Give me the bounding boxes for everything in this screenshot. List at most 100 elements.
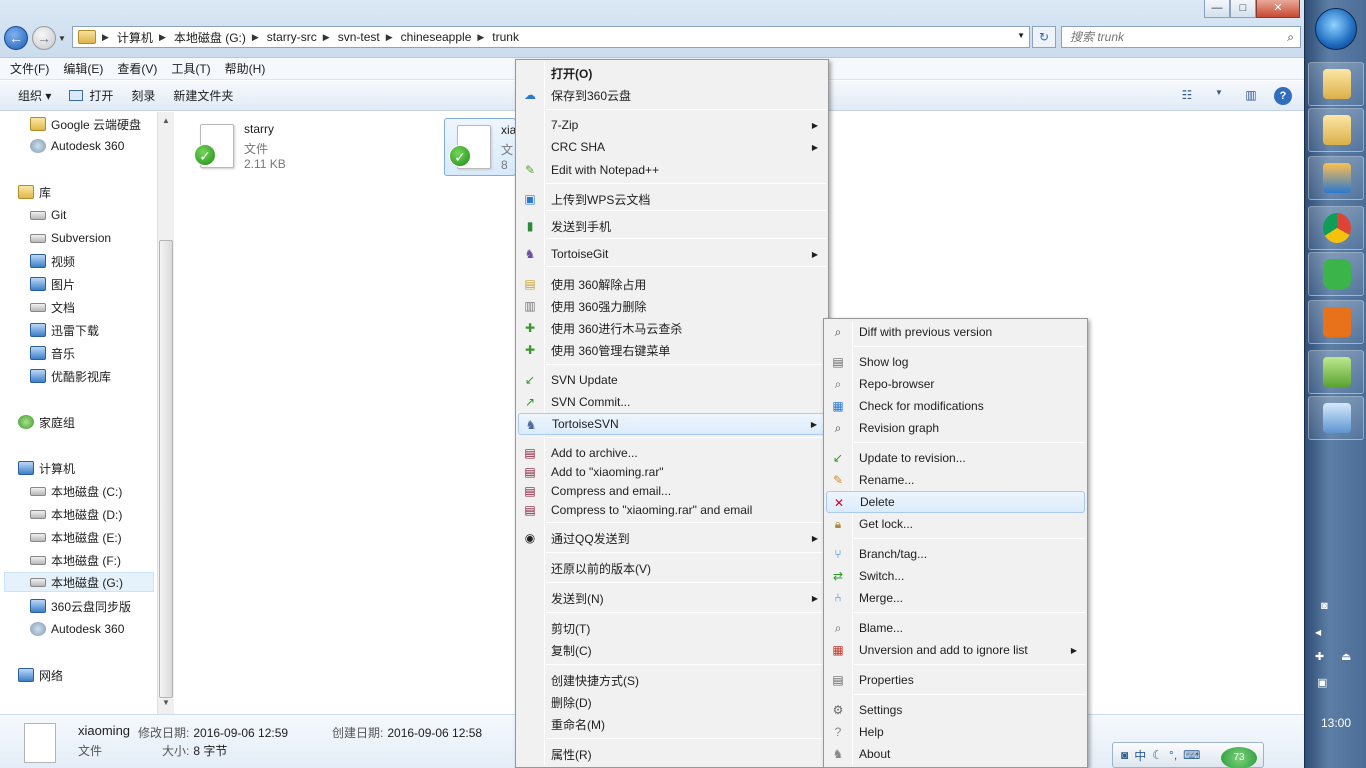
- nav-subversion[interactable]: Subversion: [30, 228, 111, 248]
- chevron-right-icon[interactable]: ▶: [252, 32, 259, 43]
- menu-item-svn-update[interactable]: ↙ SVN Update: [518, 369, 826, 391]
- menu-item-switch[interactable]: ⇄ Switch...: [826, 565, 1085, 587]
- nav-pictures[interactable]: 图片: [30, 274, 75, 294]
- ime-toolbar[interactable]: ◙ 中 ☾ °, ⌨ 73: [1112, 742, 1264, 768]
- menu-item-get-lock[interactable]: 🔒︎ Get lock...: [826, 513, 1085, 535]
- search-input[interactable]: [1070, 27, 1270, 47]
- chevron-right-icon[interactable]: ▶: [159, 32, 166, 43]
- nav-computer[interactable]: 计算机: [18, 458, 75, 478]
- nav-music[interactable]: 音乐: [30, 343, 75, 363]
- breadcrumb-trunk[interactable]: trunk: [492, 30, 519, 44]
- menu-file[interactable]: 文件(F): [10, 60, 49, 77]
- nav-google-drive[interactable]: Google 云端硬盘: [30, 114, 141, 134]
- breadcrumb-drive-g[interactable]: 本地磁盘 (G:): [174, 29, 246, 46]
- help-icon[interactable]: ?: [1274, 87, 1292, 105]
- nav-libraries[interactable]: 库: [18, 182, 51, 202]
- nav-homegroup[interactable]: 家庭组: [18, 412, 75, 432]
- menu-item-wps[interactable]: ▣ 上传到WPS云文档: [518, 188, 826, 210]
- chevron-down-icon[interactable]: ▼: [1017, 31, 1025, 40]
- menu-item-compress-to-xiaoming-rar-and-email[interactable]: ▤ Compress to "xiaoming.rar" and email: [518, 499, 826, 521]
- nav-drive-e[interactable]: 本地磁盘 (E:): [30, 527, 122, 547]
- preview-pane-icon[interactable]: ▥: [1242, 88, 1260, 104]
- taskbar-wechat[interactable]: [1308, 252, 1364, 296]
- menu-item-360[interactable]: ☁ 保存到360云盘: [518, 84, 826, 106]
- menu-item-d[interactable]: 删除(D): [518, 691, 826, 713]
- menu-item-360[interactable]: ▥ 使用 360强力删除: [518, 295, 826, 317]
- taskbar-explorer-2[interactable]: [1308, 108, 1364, 152]
- nav-git[interactable]: Git: [30, 205, 66, 225]
- ime-mode-label[interactable]: 中: [1134, 747, 1146, 764]
- search-icon[interactable]: ⌕: [1287, 30, 1294, 45]
- chevron-down-icon[interactable]: ▼: [1210, 88, 1228, 104]
- nav-drive-c[interactable]: 本地磁盘 (C:): [30, 481, 122, 501]
- scrollbar-thumb[interactable]: [159, 240, 173, 698]
- maximize-button[interactable]: □: [1230, 0, 1256, 18]
- menu-item-tortoisegit[interactable]: ♞ TortoiseGit ▶: [518, 243, 826, 265]
- back-button[interactable]: ←: [4, 26, 28, 50]
- menu-view[interactable]: 查看(V): [117, 60, 157, 77]
- tray-expand-icon[interactable]: ◀: [1315, 628, 1321, 637]
- menu-item-edit-with-notepad[interactable]: ✎ Edit with Notepad++: [518, 159, 826, 181]
- address-bar[interactable]: ▶ 计算机 ▶ 本地磁盘 (G:) ▶ starry-src ▶ svn-tes…: [72, 26, 1030, 48]
- menu-item-revision-graph[interactable]: ⌕ Revision graph: [826, 417, 1085, 439]
- menu-item-cn-6[interactable]: ▮ 发送到手机: [518, 215, 826, 237]
- chevron-right-icon[interactable]: ▶: [477, 32, 484, 43]
- close-button[interactable]: ✕: [1256, 0, 1300, 18]
- menu-item-crc-sha[interactable]: CRC SHA ▶: [518, 136, 826, 158]
- nav-youku-library[interactable]: 优酷影视库: [30, 366, 111, 386]
- recent-pages-dropdown[interactable]: ▼: [58, 34, 66, 43]
- menu-item-properties[interactable]: ▤ Properties: [826, 669, 1085, 691]
- forward-button[interactable]: →: [32, 26, 56, 50]
- breadcrumb-svn-test[interactable]: svn-test: [338, 30, 380, 44]
- menu-item-7-zip[interactable]: 7-Zip ▶: [518, 114, 826, 136]
- menu-item-o[interactable]: 打开(O): [518, 62, 826, 84]
- tray-360-icon[interactable]: ✚: [1315, 650, 1324, 663]
- menu-item-360[interactable]: ✚ 使用 360进行木马云查杀: [518, 317, 826, 339]
- taskbar-clock[interactable]: 13:00: [1305, 716, 1366, 730]
- menu-item-qq[interactable]: ◉ 通过QQ发送到 ▶: [518, 527, 826, 549]
- nav-autodesk-360-2[interactable]: Autodesk 360: [30, 619, 124, 639]
- file-item[interactable]: ✓ starry 文件 2.11 KB: [188, 118, 328, 176]
- menu-item-help[interactable]: ? Help: [826, 721, 1085, 743]
- menu-item-360[interactable]: ▤ 使用 360解除占用: [518, 273, 826, 295]
- menu-item-about[interactable]: ♞ About: [826, 743, 1085, 765]
- tray-usb-icon[interactable]: ⏏: [1341, 650, 1351, 663]
- breadcrumb-computer[interactable]: 计算机: [117, 29, 153, 46]
- ime-keyboard-icon[interactable]: ⌨: [1183, 748, 1200, 762]
- ime-logo-icon[interactable]: ◙: [1121, 748, 1128, 762]
- menu-item-v[interactable]: 还原以前的版本(V): [518, 557, 826, 579]
- scroll-up-arrow-icon[interactable]: ▲: [162, 116, 170, 125]
- breadcrumb-chineseapple[interactable]: chineseapple: [401, 30, 472, 44]
- taskbar-virtualbox[interactable]: [1308, 396, 1364, 440]
- ime-moon-icon[interactable]: ☾: [1152, 748, 1163, 762]
- menu-item-c[interactable]: 复制(C): [518, 639, 826, 661]
- menu-item-t[interactable]: 剪切(T): [518, 617, 826, 639]
- menu-item-rename[interactable]: ✎ Rename...: [826, 469, 1085, 491]
- breadcrumb-starry-src[interactable]: starry-src: [267, 30, 317, 44]
- taskbar-app-blue[interactable]: [1308, 156, 1364, 200]
- new-folder-button[interactable]: 新建文件夹: [173, 87, 233, 104]
- menu-tools[interactable]: 工具(T): [171, 60, 210, 77]
- menu-help[interactable]: 帮助(H): [225, 60, 266, 77]
- nav-autodesk-360[interactable]: Autodesk 360: [30, 136, 124, 156]
- menu-item-branch-tag[interactable]: ⑂ Branch/tag...: [826, 543, 1085, 565]
- search-box[interactable]: ⌕: [1061, 26, 1301, 48]
- ime-badge[interactable]: 73: [1221, 747, 1257, 768]
- refresh-button[interactable]: ↻: [1032, 26, 1056, 48]
- menu-item-s[interactable]: 创建快捷方式(S): [518, 669, 826, 691]
- nav-network[interactable]: 网络: [18, 665, 63, 685]
- menu-item-m[interactable]: 重命名(M): [518, 713, 826, 735]
- nav-drive-f[interactable]: 本地磁盘 (F:): [30, 550, 121, 570]
- nav-scrollbar[interactable]: ▲ ▼: [157, 112, 174, 714]
- organize-button[interactable]: 组织 ▾: [18, 87, 51, 104]
- nav-thunder-downloads[interactable]: 迅雷下载: [30, 320, 99, 340]
- burn-button[interactable]: 刻录: [131, 87, 155, 104]
- ime-punct-icon[interactable]: °,: [1169, 748, 1177, 762]
- menu-item-delete[interactable]: ✕ Delete: [826, 491, 1085, 513]
- menu-item-tortoisesvn[interactable]: ♞ TortoiseSVN ▶: [518, 413, 826, 435]
- nav-videos[interactable]: 视频: [30, 251, 75, 271]
- chevron-right-icon[interactable]: ▶: [386, 32, 393, 43]
- menu-item-settings[interactable]: ⚙ Settings: [826, 699, 1085, 721]
- file-item-selected[interactable]: ✓ xia 文 8: [444, 118, 516, 176]
- chevron-right-icon[interactable]: ▶: [102, 32, 109, 43]
